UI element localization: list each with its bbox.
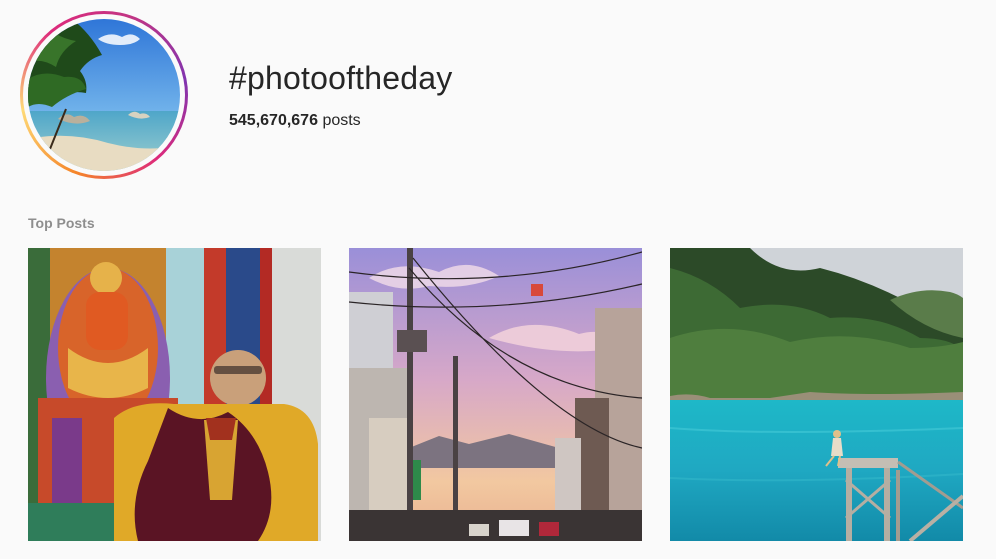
post-tile[interactable] [28,248,321,541]
top-posts-heading: Top Posts [28,215,95,231]
post-count-number: 545,670,676 [229,112,318,129]
post-tile[interactable] [670,248,963,541]
top-posts-grid [28,248,963,541]
hashtag-avatar-ring [20,11,188,179]
street-power-lines-photo [349,248,642,541]
post-count-suffix: posts [322,112,361,129]
blue-lagoon-photo [670,248,963,541]
monk-thangka-photo [28,248,321,541]
hashtag-title: #photooftheday [229,60,453,96]
hashtag-header: #photooftheday 545,670,676 posts [0,0,996,190]
post-tile[interactable] [349,248,642,541]
post-count: 545,670,676 posts [229,111,361,131]
hashtag-avatar [28,19,180,171]
